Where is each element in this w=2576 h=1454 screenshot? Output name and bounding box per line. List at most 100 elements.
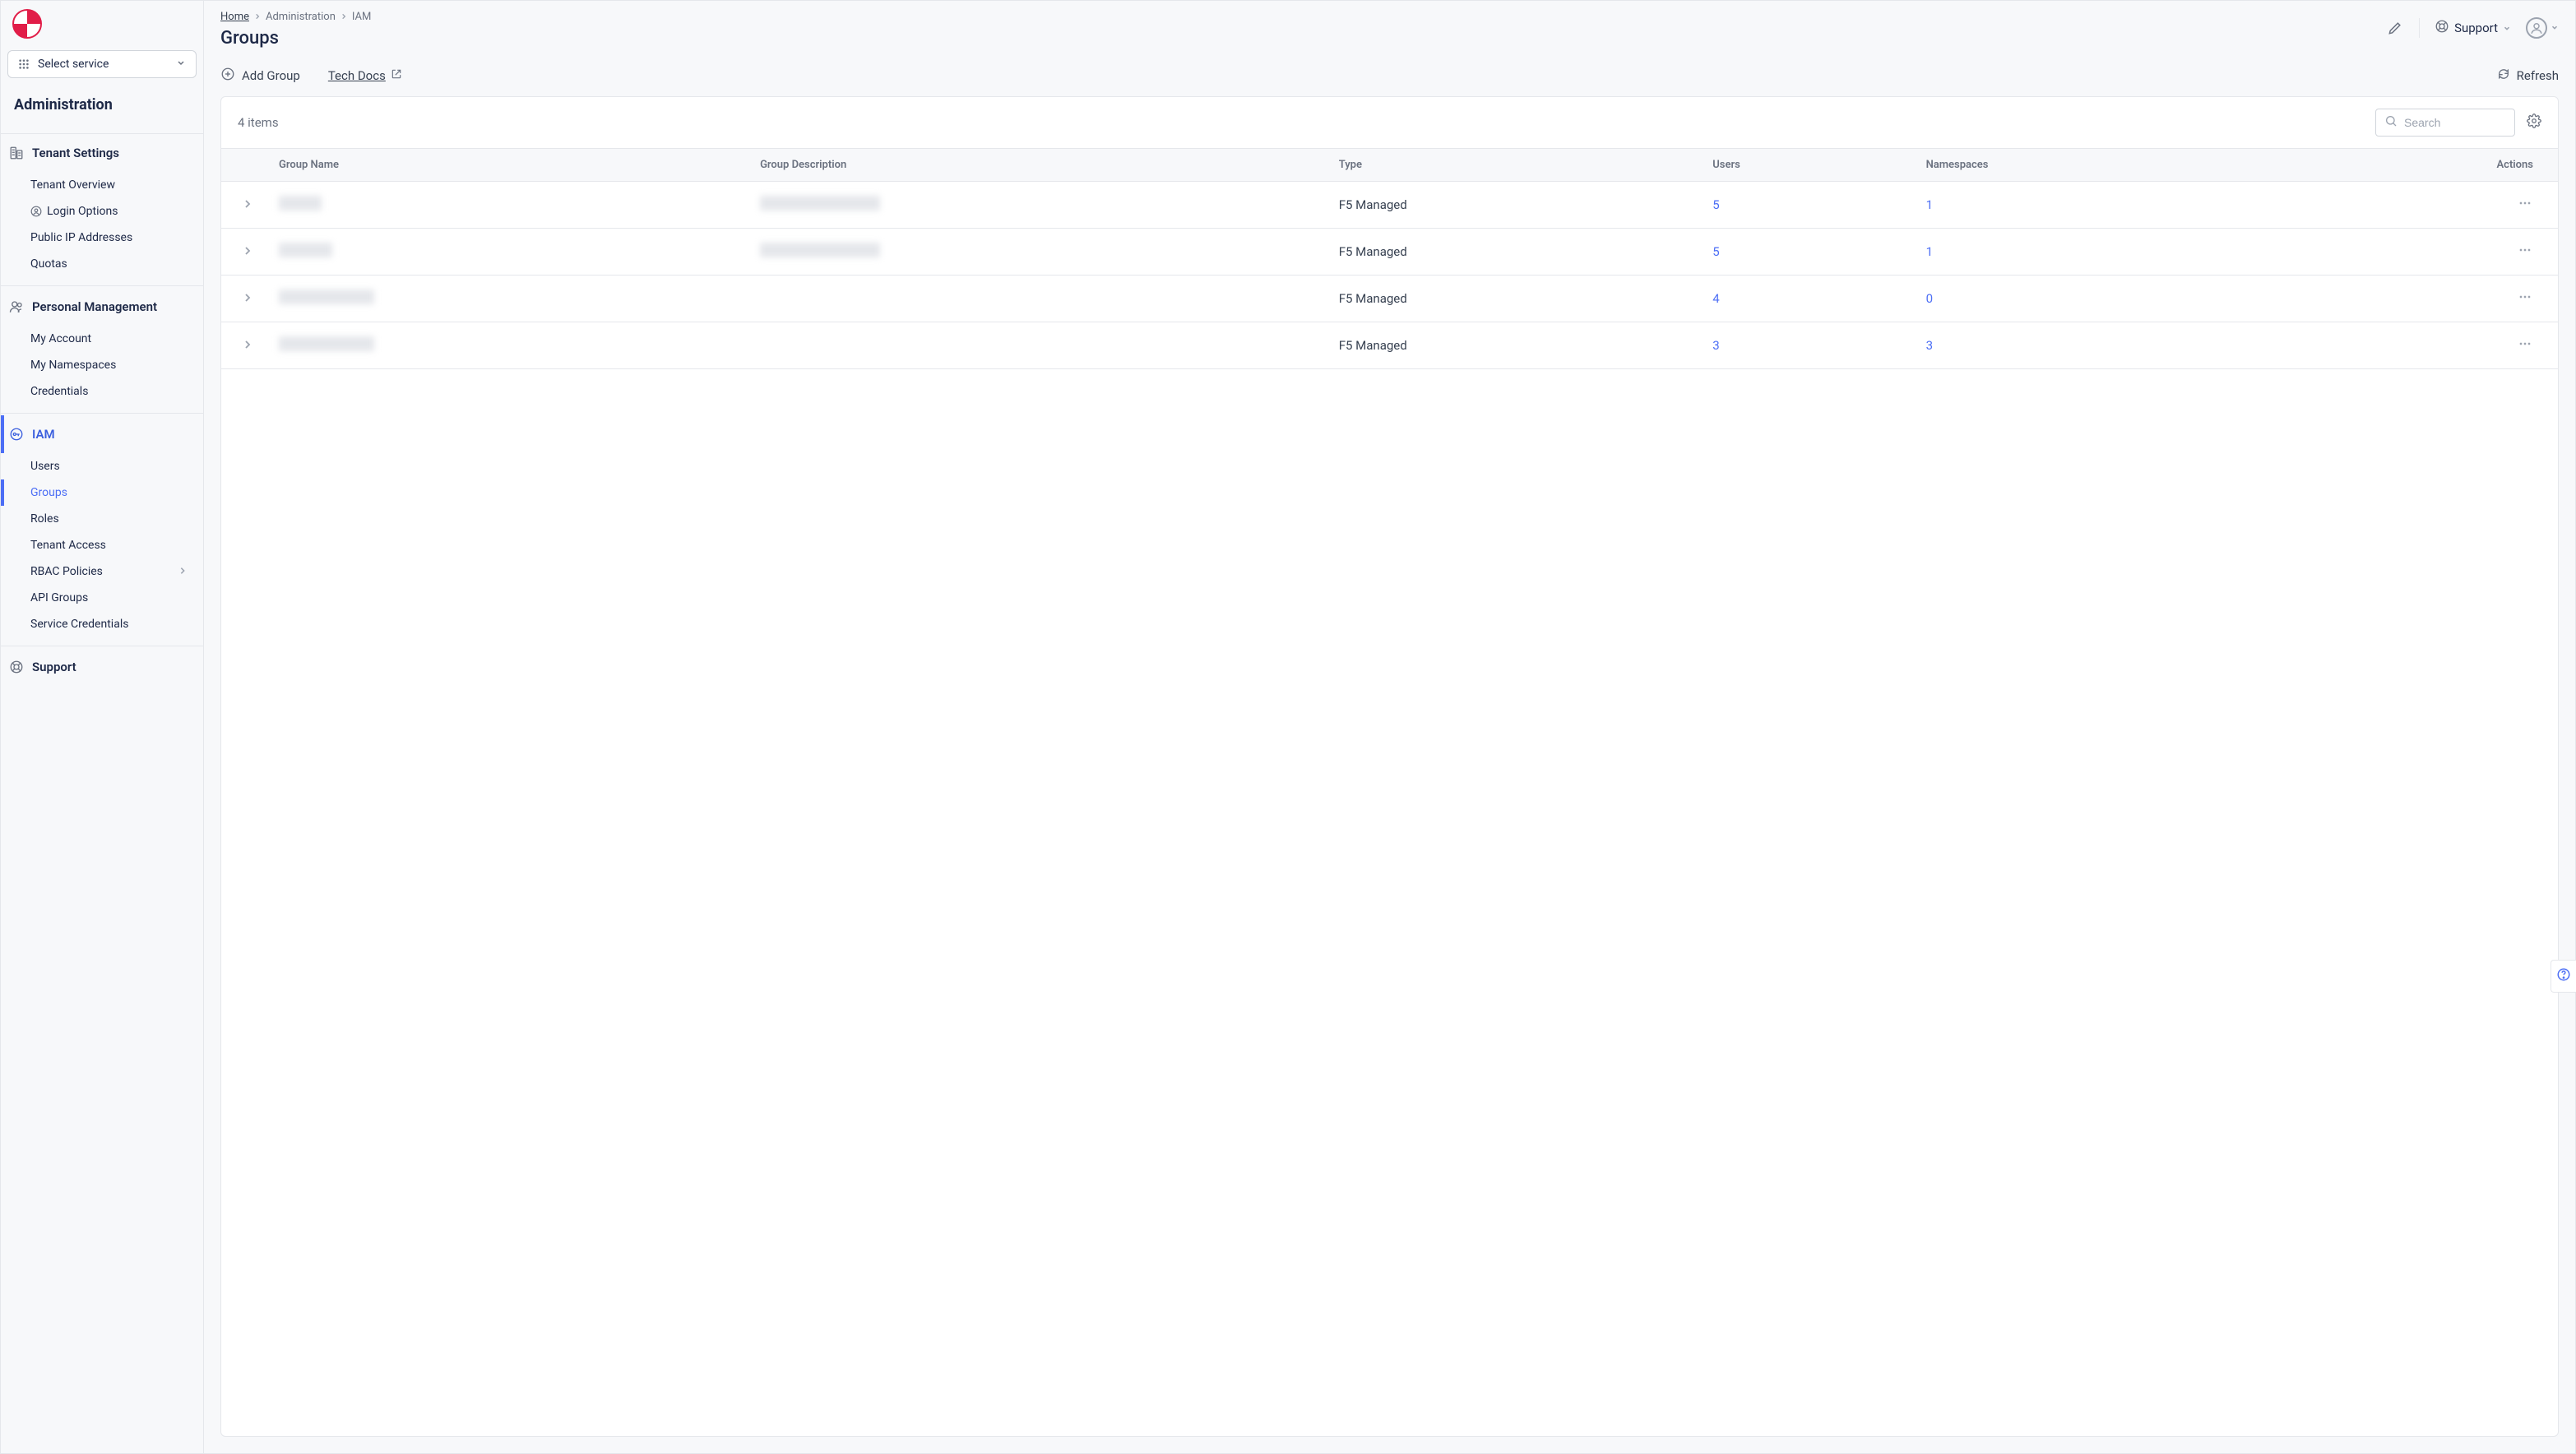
support-label: Support — [2454, 21, 2498, 35]
table-card: 4 items — [220, 96, 2559, 1437]
refresh-button[interactable]: Refresh — [2497, 67, 2559, 84]
expand-row-icon[interactable] — [243, 340, 253, 350]
redacted-name — [279, 336, 374, 351]
cell-type: F5 Managed — [1326, 276, 1700, 322]
search-input[interactable] — [2404, 116, 2506, 129]
users-count-link[interactable]: 4 — [1712, 291, 1719, 306]
col-users[interactable]: Users — [1699, 149, 1912, 182]
tech-docs-label: Tech Docs — [328, 68, 386, 83]
sidebar-item-public-ips[interactable]: Public IP Addresses — [1, 225, 203, 251]
users-count-link[interactable]: 5 — [1712, 197, 1719, 212]
support-icon — [9, 660, 24, 674]
sidebar-item-groups[interactable]: Groups — [1, 479, 203, 506]
expand-row-icon[interactable] — [243, 246, 253, 256]
col-group-description[interactable]: Group Description — [747, 149, 1326, 182]
section-label: Support — [32, 660, 76, 674]
chevron-right-icon — [178, 566, 187, 577]
users-count-link[interactable]: 5 — [1712, 244, 1719, 259]
row-actions-menu[interactable] — [2517, 336, 2533, 352]
cell-type: F5 Managed — [1326, 182, 1700, 229]
external-link-icon — [391, 68, 402, 83]
refresh-label: Refresh — [2517, 68, 2559, 83]
user-menu[interactable] — [2526, 17, 2559, 39]
breadcrumb-home[interactable]: Home — [220, 11, 249, 23]
nav-section-support: Support — [1, 648, 203, 686]
col-actions: Actions — [2263, 149, 2558, 182]
cell-type: F5 Managed — [1326, 229, 1700, 276]
col-type[interactable]: Type — [1326, 149, 1700, 182]
support-icon — [2435, 19, 2449, 37]
sidebar-item-tenant-access[interactable]: Tenant Access — [1, 532, 203, 558]
sidebar-item-tenant-overview[interactable]: Tenant Overview — [1, 172, 203, 198]
chevron-right-icon — [341, 11, 347, 23]
chevron-down-icon — [2503, 21, 2511, 35]
section-label: Personal Management — [32, 299, 157, 314]
sidebar-item-api-groups[interactable]: API Groups — [1, 585, 203, 611]
section-header-personal[interactable]: Personal Management — [1, 288, 203, 326]
admin-title: Administration — [7, 86, 197, 123]
nav-section-personal: Personal Management My Account My Namesp… — [1, 288, 203, 414]
redacted-description — [760, 196, 880, 211]
col-group-name[interactable]: Group Name — [266, 149, 747, 182]
help-fab[interactable] — [2551, 960, 2576, 993]
gear-icon[interactable] — [2527, 113, 2541, 132]
sidebar: f 5 Select service — [1, 1, 204, 1453]
key-icon — [9, 427, 24, 442]
grid-icon — [18, 58, 30, 70]
namespaces-count-link[interactable]: 3 — [1926, 338, 1933, 353]
support-menu[interactable]: Support — [2435, 19, 2511, 37]
add-group-label: Add Group — [242, 68, 300, 83]
table-row: F5 Managed 3 3 — [221, 322, 2558, 369]
sidebar-item-credentials[interactable]: Credentials — [1, 378, 203, 405]
cell-type: F5 Managed — [1326, 322, 1700, 369]
search-box[interactable] — [2375, 109, 2515, 137]
search-icon — [2384, 114, 2398, 131]
row-actions-menu[interactable] — [2517, 242, 2533, 258]
section-header-tenant-settings[interactable]: Tenant Settings — [1, 134, 203, 172]
sidebar-item-my-account[interactable]: My Account — [1, 326, 203, 352]
users-icon — [9, 299, 24, 314]
sidebar-item-my-namespaces[interactable]: My Namespaces — [1, 352, 203, 378]
row-actions-menu[interactable] — [2517, 289, 2533, 305]
main-content: Home Administration IAM Groups — [204, 1, 2575, 1453]
lock-icon — [30, 206, 42, 217]
section-label: IAM — [32, 427, 55, 442]
section-label: Tenant Settings — [32, 146, 119, 160]
users-count-link[interactable]: 3 — [1712, 338, 1719, 353]
expand-row-icon[interactable] — [243, 293, 253, 303]
avatar — [2526, 17, 2547, 39]
namespaces-count-link[interactable]: 0 — [1926, 291, 1933, 306]
service-selector-label: Select service — [38, 58, 109, 71]
row-actions-menu[interactable] — [2517, 195, 2533, 211]
refresh-icon — [2497, 67, 2510, 84]
edit-icon[interactable] — [2386, 19, 2404, 37]
service-selector[interactable]: Select service — [7, 50, 197, 78]
sidebar-item-rbac-policies[interactable]: RBAC Policies — [1, 558, 203, 585]
col-namespaces[interactable]: Namespaces — [1913, 149, 2264, 182]
redacted-name — [279, 196, 322, 211]
nav-section-tenant-settings: Tenant Settings Tenant Overview Login Op… — [1, 133, 203, 286]
sidebar-item-service-credentials[interactable]: Service Credentials — [1, 611, 203, 637]
svg-text:5: 5 — [28, 25, 34, 36]
breadcrumb-admin[interactable]: Administration — [266, 11, 336, 23]
expand-row-icon[interactable] — [243, 199, 253, 209]
section-header-iam[interactable]: IAM — [1, 415, 203, 453]
breadcrumb-iam: IAM — [352, 11, 371, 23]
building-icon — [9, 146, 24, 160]
page-title: Groups — [220, 28, 371, 49]
section-header-support[interactable]: Support — [1, 648, 203, 686]
sidebar-item-roles[interactable]: Roles — [1, 506, 203, 532]
redacted-description — [760, 243, 880, 257]
sidebar-item-login-options[interactable]: Login Options — [1, 198, 203, 225]
nav-section-iam: IAM Users Groups Roles Tenant Access RBA… — [1, 415, 203, 646]
add-group-button[interactable]: Add Group — [220, 67, 300, 85]
tech-docs-link[interactable]: Tech Docs — [328, 68, 402, 83]
namespaces-count-link[interactable]: 1 — [1926, 197, 1933, 212]
groups-table: Group Name Group Description Type Users … — [221, 148, 2558, 369]
chevron-down-icon — [2551, 21, 2559, 35]
sidebar-item-users[interactable]: Users — [1, 453, 203, 479]
item-count: 4 items — [238, 115, 279, 130]
sidebar-item-quotas[interactable]: Quotas — [1, 251, 203, 277]
namespaces-count-link[interactable]: 1 — [1926, 244, 1933, 259]
redacted-name — [279, 289, 374, 304]
